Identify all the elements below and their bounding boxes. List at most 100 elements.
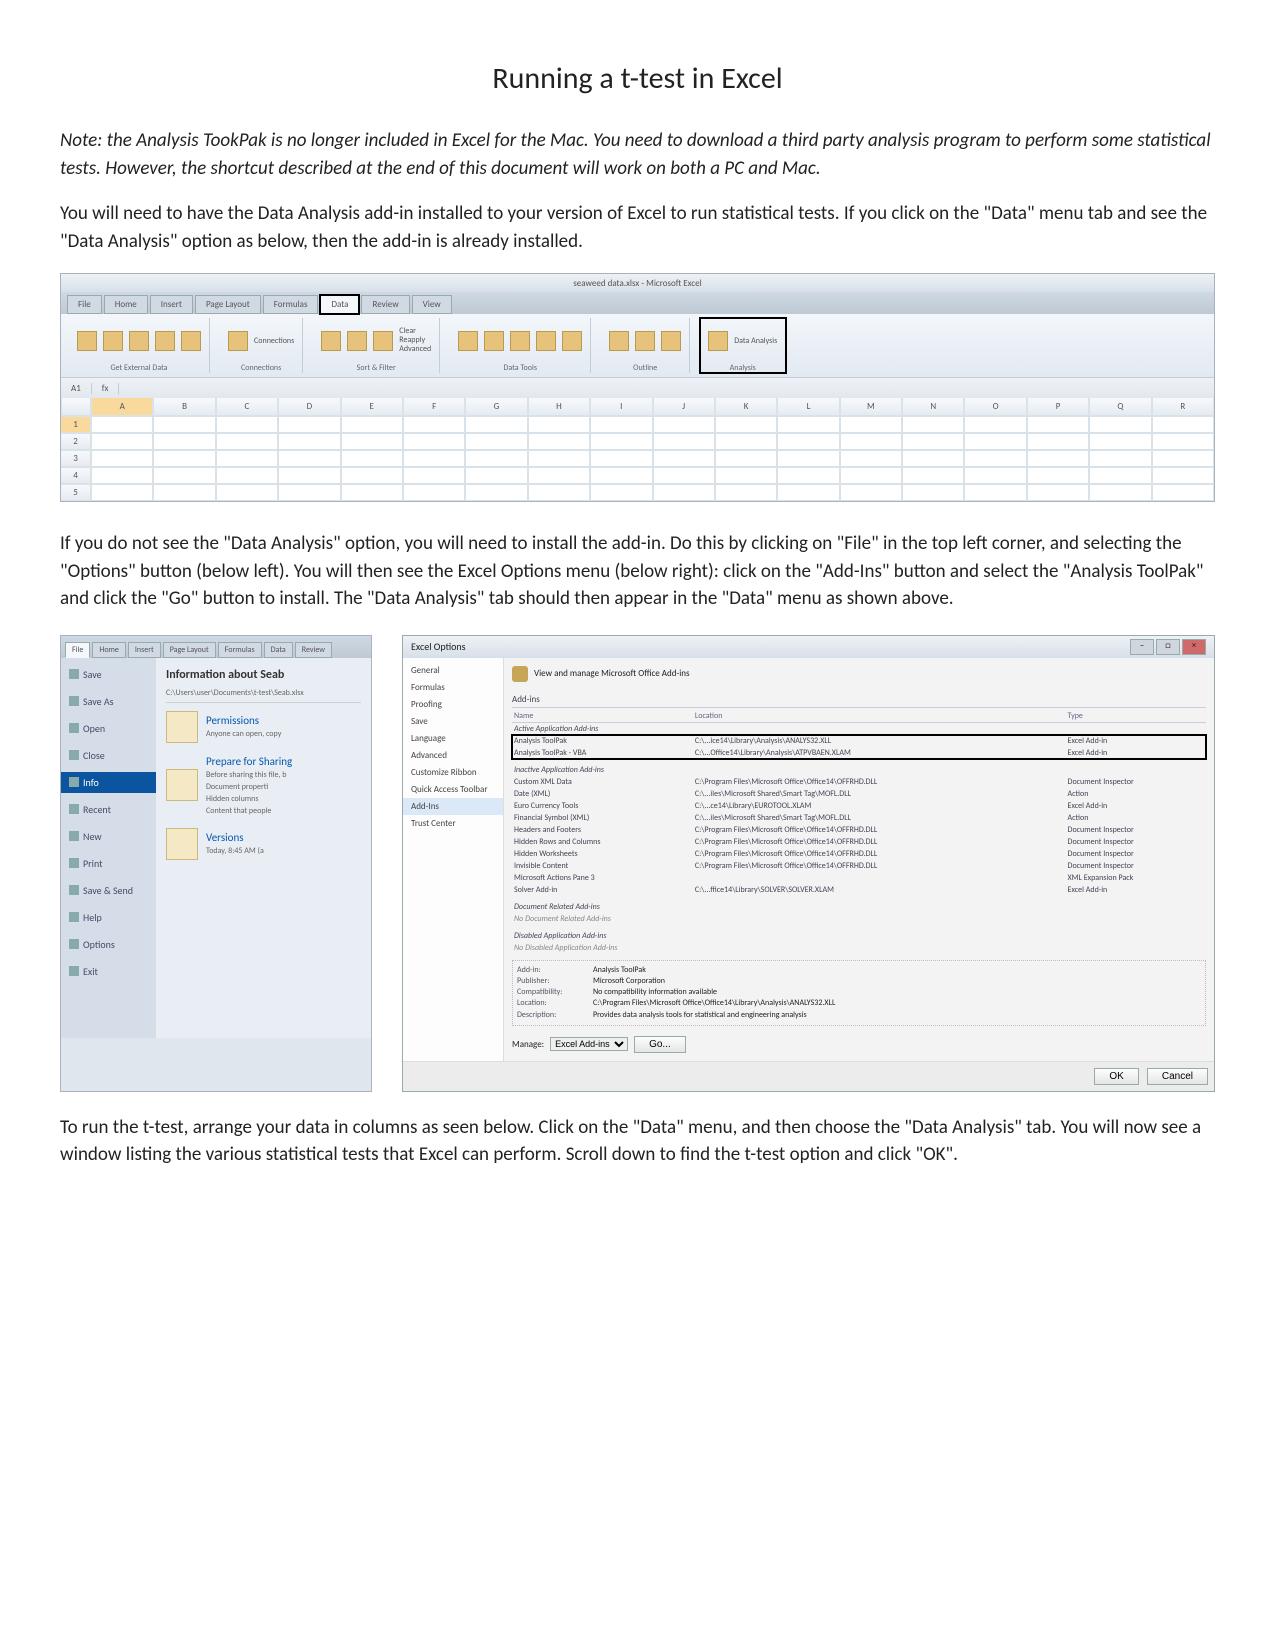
group-sort-filter: Clear Reapply Advanced Sort & Filter — [313, 318, 440, 373]
addin-row[interactable]: Microsoft Actions Pane 3XML Expansion Pa… — [512, 872, 1206, 884]
options-nav-add-ins[interactable]: Add-Ins — [403, 798, 503, 815]
ribbon-body: Get External Data Connections Connection… — [61, 314, 1214, 377]
backstage-nav-save-send[interactable]: Save & Send — [61, 880, 156, 901]
backstage-nav-print[interactable]: Print — [61, 853, 156, 874]
options-nav-save[interactable]: Save — [403, 713, 503, 730]
versions-section: Versions Today, 8:45 AM (a — [166, 828, 361, 860]
tab-data[interactable]: Data — [320, 295, 359, 314]
check-for-issues-button[interactable] — [166, 769, 198, 801]
group-icon[interactable] — [609, 331, 629, 351]
from-access-icon[interactable] — [77, 331, 97, 351]
options-nav-general[interactable]: General — [403, 662, 503, 679]
what-if-icon[interactable] — [562, 331, 582, 351]
addin-row[interactable]: Euro Currency ToolsC:\...ce14\Library\EU… — [512, 800, 1206, 812]
advanced-button[interactable]: Advanced — [399, 345, 431, 354]
addin-row[interactable]: Custom XML DataC:\Program Files\Microsof… — [512, 776, 1206, 788]
addins-pane-title: View and manage Microsoft Office Add-ins — [534, 668, 690, 679]
text-to-columns-icon[interactable] — [458, 331, 478, 351]
from-web-icon[interactable] — [103, 331, 123, 351]
backstage-nav-new[interactable]: New — [61, 826, 156, 847]
backstage-nav-options[interactable]: Options — [61, 934, 156, 955]
ok-button[interactable]: OK — [1094, 1068, 1138, 1085]
file-path: C:\Users\user\Documents\t-test\Seab.xlsx — [166, 688, 361, 703]
protect-workbook-button[interactable] — [166, 711, 198, 743]
close-icon[interactable]: × — [1182, 639, 1206, 655]
ribbon-screenshot: seaweed data.xlsx - Microsoft Excel File… — [60, 273, 1215, 502]
addin-row[interactable]: Solver Add-inC:\...ffice14\Library\SOLVE… — [512, 884, 1206, 896]
options-nav-formulas[interactable]: Formulas — [403, 679, 503, 696]
tab-insert[interactable]: Insert — [150, 295, 193, 314]
bs-tab-data[interactable]: Data — [264, 642, 293, 658]
maximize-icon[interactable]: □ — [1156, 639, 1180, 655]
remove-duplicates-icon[interactable] — [484, 331, 504, 351]
bs-tab-file[interactable]: File — [65, 642, 90, 658]
options-nav-advanced[interactable]: Advanced — [403, 747, 503, 764]
sort-az-icon[interactable] — [321, 331, 341, 351]
addins-pane: View and manage Microsoft Office Add-ins… — [504, 658, 1214, 1061]
addin-row[interactable]: Financial Symbol (XML)C:\...iles\Microso… — [512, 812, 1206, 824]
addin-row[interactable]: Analysis ToolPak - VBAC:\...Office14\Lib… — [512, 747, 1206, 759]
minimize-icon[interactable]: – — [1130, 639, 1154, 655]
subtotal-icon[interactable] — [661, 331, 681, 351]
cancel-button[interactable]: Cancel — [1147, 1068, 1208, 1085]
backstage-nav-exit[interactable]: Exit — [61, 961, 156, 982]
bs-tab-home[interactable]: Home — [92, 642, 126, 658]
name-box[interactable]: A1 — [61, 383, 92, 394]
fx-icon[interactable]: fx — [92, 383, 120, 394]
data-analysis-button[interactable]: Data Analysis — [734, 336, 777, 346]
options-nav-trust-center[interactable]: Trust Center — [403, 815, 503, 832]
group-data-tools: Data Tools — [450, 318, 591, 373]
ungroup-icon[interactable] — [635, 331, 655, 351]
addin-row[interactable]: Hidden WorksheetsC:\Program Files\Micros… — [512, 848, 1206, 860]
consolidate-icon[interactable] — [536, 331, 556, 351]
bs-tab-page-layout[interactable]: Page Layout — [163, 642, 216, 658]
backstage-nav-save-as[interactable]: Save As — [61, 691, 156, 712]
run-ttest-paragraph: To run the t-test, arrange your data in … — [60, 1114, 1215, 1169]
tab-formulas[interactable]: Formulas — [263, 295, 319, 314]
note-paragraph: Note: the Analysis TookPak is no longer … — [60, 127, 1215, 182]
tab-review[interactable]: Review — [361, 295, 409, 314]
tab-home[interactable]: Home — [104, 295, 148, 314]
backstage-nav-close[interactable]: Close — [61, 745, 156, 766]
addin-row[interactable]: Headers and FootersC:\Program Files\Micr… — [512, 824, 1206, 836]
tab-page-layout[interactable]: Page Layout — [195, 295, 261, 314]
addin-row[interactable]: Hidden Rows and ColumnsC:\Program Files\… — [512, 836, 1206, 848]
bs-tab-insert[interactable]: Insert — [128, 642, 161, 658]
backstage-nav-save[interactable]: Save — [61, 664, 156, 685]
refresh-all-icon[interactable] — [228, 331, 248, 351]
filter-icon[interactable] — [373, 331, 393, 351]
options-nav-proofing[interactable]: Proofing — [403, 696, 503, 713]
group-outline: Outline — [601, 318, 690, 373]
manage-versions-button[interactable] — [166, 828, 198, 860]
addin-row[interactable]: Invisible ContentC:\Program Files\Micros… — [512, 860, 1206, 872]
backstage-nav-open[interactable]: Open — [61, 718, 156, 739]
from-other-icon[interactable] — [155, 331, 175, 351]
data-validation-icon[interactable] — [510, 331, 530, 351]
options-nav-language[interactable]: Language — [403, 730, 503, 747]
backstage-nav-recent[interactable]: Recent — [61, 799, 156, 820]
addin-row[interactable]: Analysis ToolPakC:\...ice14\Library\Anal… — [512, 735, 1206, 747]
data-analysis-icon[interactable] — [708, 331, 728, 351]
tab-file[interactable]: File — [67, 295, 102, 314]
bs-tab-review[interactable]: Review — [295, 642, 332, 658]
document-addins-header: Document Related Add-ins — [512, 896, 1206, 913]
backstage-nav-info[interactable]: Info — [61, 772, 156, 793]
existing-connections-icon[interactable] — [181, 331, 201, 351]
addin-row[interactable]: Date (XML)C:\...iles\Microsoft Shared\Sm… — [512, 788, 1206, 800]
backstage-nav-help[interactable]: Help — [61, 907, 156, 928]
group-analysis: Data Analysis Analysis — [700, 318, 786, 373]
go-button[interactable]: Go... — [634, 1036, 686, 1053]
spreadsheet-grid[interactable]: ABCDEFGHIJKLMNOPQR12345 — [61, 398, 1214, 501]
sort-button[interactable] — [347, 331, 367, 351]
tab-view[interactable]: View — [412, 295, 452, 314]
dialog-titlebar: Excel Options – □ × — [403, 636, 1214, 658]
from-text-icon[interactable] — [129, 331, 149, 351]
backstage-info-pane: Information about Seab C:\Users\user\Doc… — [156, 658, 371, 1038]
bs-tab-formulas[interactable]: Formulas — [218, 642, 262, 658]
options-nav-customize-ribbon[interactable]: Customize Ribbon — [403, 764, 503, 781]
gear-icon — [512, 666, 528, 682]
options-nav-quick-access-toolbar[interactable]: Quick Access Toolbar — [403, 781, 503, 798]
connections-button[interactable]: Connections — [254, 336, 294, 346]
manage-dropdown[interactable]: Excel Add-ins — [550, 1037, 628, 1051]
formula-bar: A1 fx — [61, 377, 1214, 398]
